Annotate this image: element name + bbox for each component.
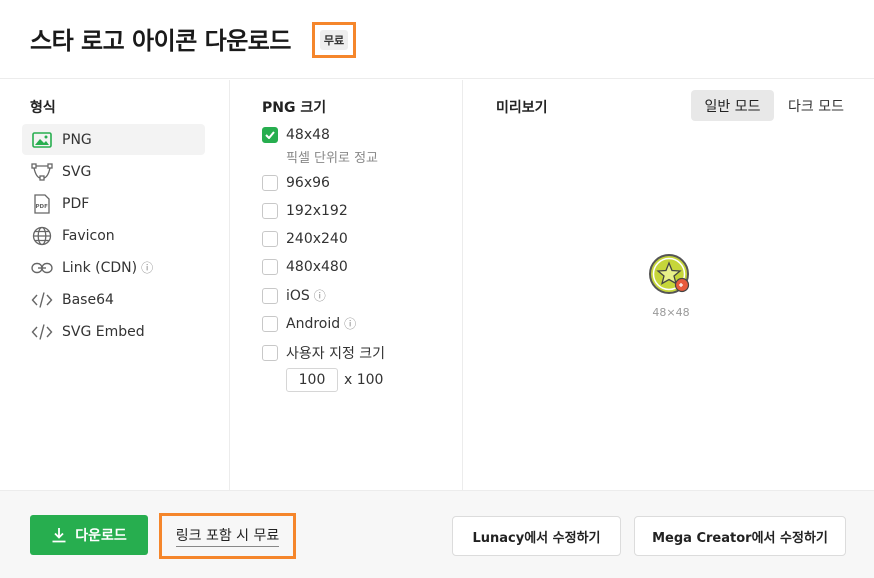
size-label: 96x96 xyxy=(286,175,330,191)
preview-size-label: 48×48 xyxy=(652,306,690,319)
format-item-favicon[interactable]: Favicon xyxy=(22,220,205,251)
svg-text:PDF: PDF xyxy=(36,204,49,210)
format-label: Favicon xyxy=(62,227,115,244)
header: 스타 로고 아이콘 다운로드 무료 xyxy=(0,0,874,79)
size-label: 240x240 xyxy=(286,231,348,247)
star-logo-icon xyxy=(649,254,690,294)
size-label: 480x480 xyxy=(286,259,348,275)
size-option-240[interactable]: 240x240 xyxy=(262,231,348,247)
checkbox[interactable] xyxy=(262,231,278,247)
format-label: PNG xyxy=(62,131,92,148)
size-option-192[interactable]: 192x192 xyxy=(262,203,348,219)
vector-icon xyxy=(31,161,53,183)
link-free-link[interactable]: 링크 포함 시 무료 xyxy=(175,525,280,547)
format-item-svg-embed[interactable]: SVG Embed xyxy=(22,316,205,347)
format-label: Link (CDN) xyxy=(62,259,138,276)
custom-width-input[interactable]: 100 xyxy=(286,368,338,392)
format-label: SVG Embed xyxy=(62,323,145,340)
checkbox[interactable] xyxy=(262,203,278,219)
checkbox[interactable] xyxy=(262,287,278,304)
download-label: 다운로드 xyxy=(75,528,127,544)
size-title: PNG 크기 xyxy=(262,100,327,116)
format-label: SVG xyxy=(62,163,92,180)
download-icon xyxy=(52,528,66,543)
page-title: 스타 로고 아이콘 다운로드 xyxy=(30,27,291,55)
pdf-icon: PDF xyxy=(31,193,53,215)
info-icon[interactable]: ⓘ xyxy=(344,315,356,332)
light-mode-button[interactable]: 일반 모드 xyxy=(691,90,774,121)
size-label: 192x192 xyxy=(286,203,348,219)
image-icon xyxy=(31,129,53,151)
size-label: 사용자 지정 크기 xyxy=(286,346,386,362)
free-badge-highlight: 무료 xyxy=(312,22,356,58)
size-option-480[interactable]: 480x480 xyxy=(262,259,348,275)
checkbox[interactable] xyxy=(262,259,278,275)
size-option-48[interactable]: 48x48 xyxy=(262,127,330,143)
footer: 다운로드 링크 포함 시 무료 Lunacy에서 수정하기 Mega Creat… xyxy=(0,490,874,578)
download-button[interactable]: 다운로드 xyxy=(30,515,148,555)
info-icon[interactable]: ⓘ xyxy=(141,259,153,276)
format-item-link-cdn[interactable]: Link (CDN) ⓘ xyxy=(22,252,205,283)
download-page: 스타 로고 아이콘 다운로드 무료 형식 PNG SVG PDF PDF Fav… xyxy=(0,0,874,578)
edit-in-mega-creator-button[interactable]: Mega Creator에서 수정하기 xyxy=(634,516,846,556)
format-title: 형식 xyxy=(30,100,56,116)
checkbox-checked[interactable] xyxy=(262,127,278,143)
info-icon[interactable]: ⓘ xyxy=(314,287,326,304)
checkbox[interactable] xyxy=(262,345,278,361)
format-label: PDF xyxy=(62,195,90,212)
format-item-pdf[interactable]: PDF PDF xyxy=(22,188,205,219)
format-item-png[interactable]: PNG xyxy=(22,124,205,155)
size-label: iOS xyxy=(286,287,310,304)
format-item-svg[interactable]: SVG xyxy=(22,156,205,187)
custom-height-label: x 100 xyxy=(344,372,384,388)
format-label: Base64 xyxy=(62,291,114,308)
format-item-base64[interactable]: Base64 xyxy=(22,284,205,315)
size-panel: PNG 크기 48x48 픽셀 단위로 정교 96x96 192x192 240… xyxy=(230,80,463,490)
size-label: Android xyxy=(286,315,341,332)
format-panel: 형식 PNG SVG PDF PDF Favicon Link (CDN) ⓘ … xyxy=(0,80,230,490)
checkbox[interactable] xyxy=(262,315,278,332)
size-label: 48x48 xyxy=(286,127,330,143)
preview-panel: 미리보기 일반 모드 다크 모드 48×48 xyxy=(463,80,874,490)
custom-size-inputs: 100 x 100 xyxy=(286,368,383,392)
dark-mode-button[interactable]: 다크 모드 xyxy=(781,90,851,121)
size-option-ios[interactable]: iOS ⓘ xyxy=(262,287,326,304)
link-icon xyxy=(31,257,53,279)
code-icon xyxy=(31,321,53,343)
size-option-custom[interactable]: 사용자 지정 크기 xyxy=(262,343,385,363)
code-icon xyxy=(31,289,53,311)
checkbox[interactable] xyxy=(262,175,278,191)
size-option-android[interactable]: Android ⓘ xyxy=(262,315,356,332)
size-description: 픽셀 단위로 정교 xyxy=(286,151,378,166)
preview-title: 미리보기 xyxy=(496,100,548,116)
size-option-96[interactable]: 96x96 xyxy=(262,175,330,191)
free-badge: 무료 xyxy=(319,30,349,50)
edit-in-lunacy-button[interactable]: Lunacy에서 수정하기 xyxy=(452,516,621,556)
globe-icon xyxy=(31,225,53,247)
link-free-highlight: 링크 포함 시 무료 xyxy=(159,513,296,559)
